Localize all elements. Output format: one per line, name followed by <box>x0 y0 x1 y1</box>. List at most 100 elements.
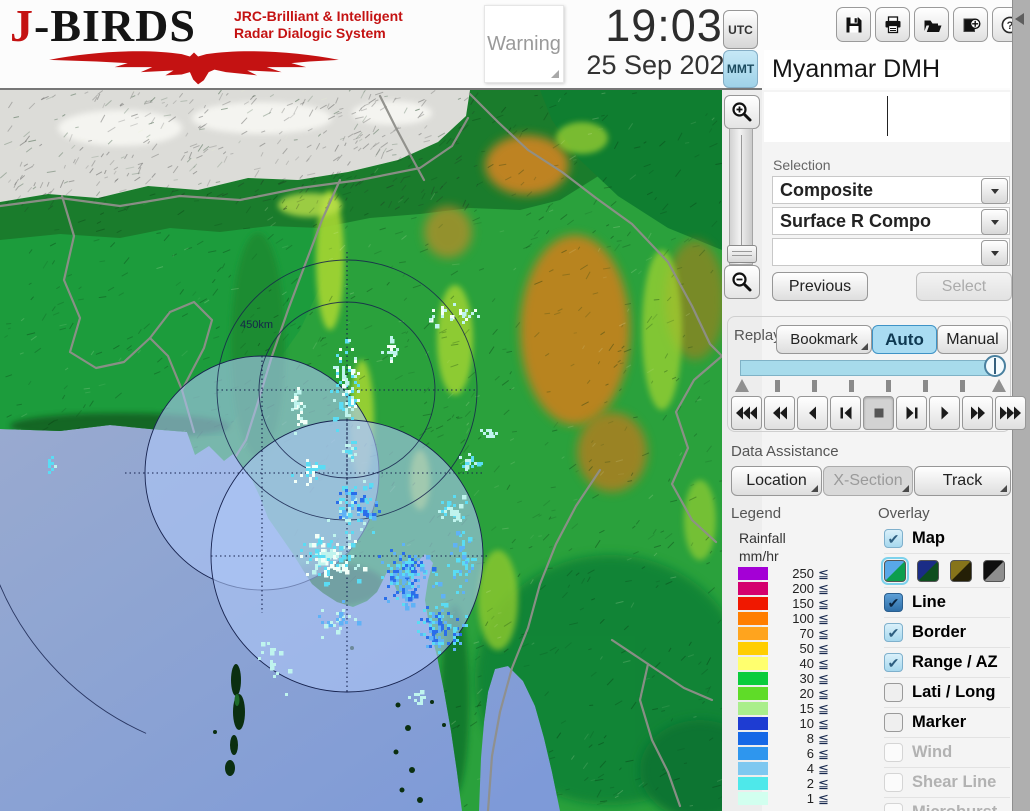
legend-value: 100 <box>792 611 814 626</box>
fast-rewind-button[interactable] <box>731 396 762 430</box>
overlay-item-border[interactable]: ✔ Border <box>884 617 1010 647</box>
legend-value: 70 <box>799 626 814 641</box>
overlay-item-lati-long[interactable]: Lati / Long <box>884 677 1010 707</box>
auto-button[interactable]: Auto <box>872 325 937 354</box>
map-style-swatch-2[interactable] <box>950 559 972 582</box>
previous-button[interactable]: Previous <box>772 272 868 301</box>
site-title: Myanmar DMH <box>764 50 1010 88</box>
empty-dropdown[interactable] <box>772 238 1010 266</box>
map-style-swatch-3[interactable] <box>983 559 1005 582</box>
play-reverse-button[interactable] <box>797 396 828 430</box>
slider-tick <box>886 380 891 392</box>
step-back-button[interactable] <box>830 396 861 430</box>
legend-swatch <box>738 762 768 775</box>
product-dropdown[interactable]: Surface R Compo <box>772 207 1010 235</box>
replay-label: Replay <box>734 327 781 344</box>
mmt-button[interactable]: MMT <box>723 50 758 88</box>
save-button[interactable] <box>836 7 871 42</box>
legend-suffix: ≦ <box>818 595 829 611</box>
warning-label: Warning <box>487 32 561 55</box>
zoom-out-button[interactable] <box>724 265 760 299</box>
legend-row: 40 ≦ <box>738 656 829 671</box>
utc-button[interactable]: UTC <box>723 10 758 49</box>
rewind-button[interactable] <box>764 396 795 430</box>
location-button[interactable]: Location <box>731 466 822 496</box>
legend-suffix: ≦ <box>818 760 829 776</box>
legend-row: 100 ≦ <box>738 611 829 626</box>
x-section-button[interactable]: X-Section <box>823 466 913 496</box>
map-style-swatch-0[interactable] <box>881 556 909 585</box>
chevron-down-icon[interactable] <box>981 209 1008 235</box>
checkbox[interactable] <box>884 803 903 811</box>
overlay-item-line[interactable]: ✔ Line <box>884 587 1010 617</box>
jbirds-window: 450km J-BIRDS JRC-Brilliant & Intelligen… <box>0 0 1030 811</box>
slider-tick <box>812 380 817 392</box>
legend-unit: mm/hr <box>739 548 779 564</box>
checkbox[interactable] <box>884 743 903 762</box>
legend-suffix: ≦ <box>818 745 829 761</box>
composite-dropdown[interactable]: Composite <box>772 176 1010 204</box>
overlay-item-label: Range / AZ <box>912 653 998 671</box>
chevron-down-icon[interactable] <box>981 178 1008 204</box>
legend-value: 50 <box>799 641 814 656</box>
logo-tagline: JRC-Brilliant & Intelligent Radar Dialog… <box>234 8 403 41</box>
chevron-down-icon[interactable] <box>981 240 1008 266</box>
track-button[interactable]: Track <box>914 466 1011 496</box>
overlay-item-label: Lati / Long <box>912 683 996 701</box>
fastest-forward-button[interactable] <box>995 396 1026 430</box>
replay-slider-track[interactable] <box>740 360 992 376</box>
radar-map[interactable]: 450km <box>0 90 722 811</box>
play-button[interactable] <box>929 396 960 430</box>
checkbox[interactable]: ✔ <box>884 529 903 548</box>
add-image-icon <box>963 18 981 32</box>
overlay-item-microburst[interactable]: Microburst <box>884 797 1010 811</box>
legend-swatch <box>738 732 768 745</box>
stop-button[interactable] <box>863 396 894 430</box>
fast-forward-icon <box>970 406 985 420</box>
legend-suffix: ≦ <box>818 625 829 641</box>
legend-swatch <box>738 687 768 700</box>
collapse-panel-icon[interactable] <box>1015 13 1024 25</box>
legend-suffix: ≦ <box>818 790 829 806</box>
manual-button[interactable]: Manual <box>937 325 1008 354</box>
legend-swatch <box>738 567 768 580</box>
warning-button[interactable]: Warning <box>484 5 564 83</box>
add-image-button[interactable] <box>953 7 988 42</box>
overlay-item-label: Map <box>912 529 945 547</box>
fast-rewind-icon <box>735 406 757 420</box>
step-forward-button[interactable] <box>896 396 927 430</box>
legend-suffix: ≦ <box>818 685 829 701</box>
save-icon <box>846 17 861 32</box>
checkbox[interactable]: ✔ <box>884 593 903 612</box>
replay-slider-thumb[interactable] <box>984 355 1006 377</box>
legend-value: 30 <box>799 671 814 686</box>
map-style-swatch-1[interactable] <box>917 559 939 582</box>
checkbox[interactable] <box>884 773 903 792</box>
checkbox[interactable]: ✔ <box>884 623 903 642</box>
legend-value: 6 <box>806 746 814 761</box>
legend-row: 50 ≦ <box>738 641 829 656</box>
overlay-item-shear-line[interactable]: Shear Line <box>884 767 1010 797</box>
legend-swatch <box>738 627 768 640</box>
checkbox[interactable] <box>884 683 903 702</box>
checkbox[interactable]: ✔ <box>884 653 903 672</box>
overlay-label: Overlay <box>878 505 930 522</box>
select-button[interactable]: Select <box>916 272 1012 301</box>
overlay-item-wind[interactable]: Wind <box>884 737 1010 767</box>
overlay-item-map[interactable]: ✔ Map <box>884 524 1010 553</box>
open-button[interactable] <box>914 7 949 42</box>
overlay-item-marker[interactable]: Marker <box>884 707 1010 737</box>
data-assistance-label: Data Assistance <box>731 443 839 460</box>
overlay-item-label: Marker <box>912 713 967 731</box>
legend-row: 8 ≦ <box>738 731 829 746</box>
checkbox[interactable] <box>884 713 903 732</box>
bookmark-button[interactable]: Bookmark <box>776 325 872 354</box>
fast-forward-button[interactable] <box>962 396 993 430</box>
print-button[interactable] <box>875 7 910 42</box>
overlay-item-range-az[interactable]: ✔ Range / AZ <box>884 647 1010 677</box>
legend-swatch <box>738 702 768 715</box>
zoom-slider-thumb[interactable] <box>727 245 757 263</box>
zoom-in-button[interactable] <box>724 95 760 129</box>
legend-title: Rainfall <box>739 530 786 546</box>
legend-swatch <box>738 747 768 760</box>
